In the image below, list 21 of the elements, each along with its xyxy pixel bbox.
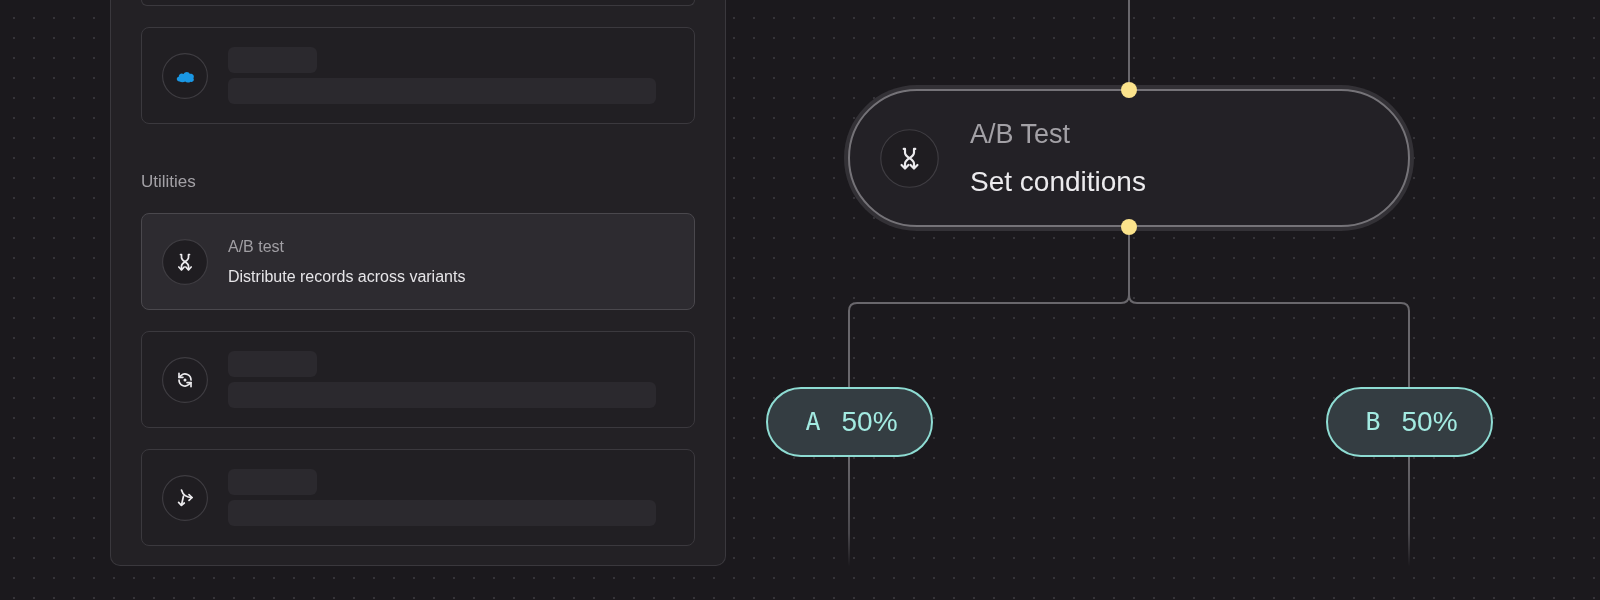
connection-port[interactable]	[1121, 219, 1137, 235]
card-title: A/B test	[228, 236, 286, 256]
node-subtitle: Set conditions	[970, 166, 1146, 198]
variant-share: 50%	[841, 406, 898, 438]
card-description: Distribute records across variants	[228, 266, 466, 287]
node-card[interactable]	[141, 27, 695, 124]
refresh-icon	[162, 356, 208, 403]
crossing-arrows-icon	[880, 128, 939, 188]
node-card[interactable]	[141, 449, 695, 546]
variant-letter: B	[1365, 407, 1381, 437]
variant-share: 50%	[1401, 406, 1458, 438]
section-label: Utilities	[141, 172, 197, 192]
cloud-icon	[162, 52, 208, 99]
node-card[interactable]	[141, 331, 695, 428]
node-title: A/B Test	[970, 118, 1072, 150]
curved-arrows-icon	[162, 474, 208, 521]
crossing-arrows-icon	[162, 238, 208, 285]
variant-letter: A	[805, 407, 821, 437]
connection-port[interactable]	[1121, 82, 1137, 98]
node-card[interactable]: A/B test Distribute records across variants	[141, 213, 695, 310]
node-card[interactable]	[141, 0, 695, 6]
